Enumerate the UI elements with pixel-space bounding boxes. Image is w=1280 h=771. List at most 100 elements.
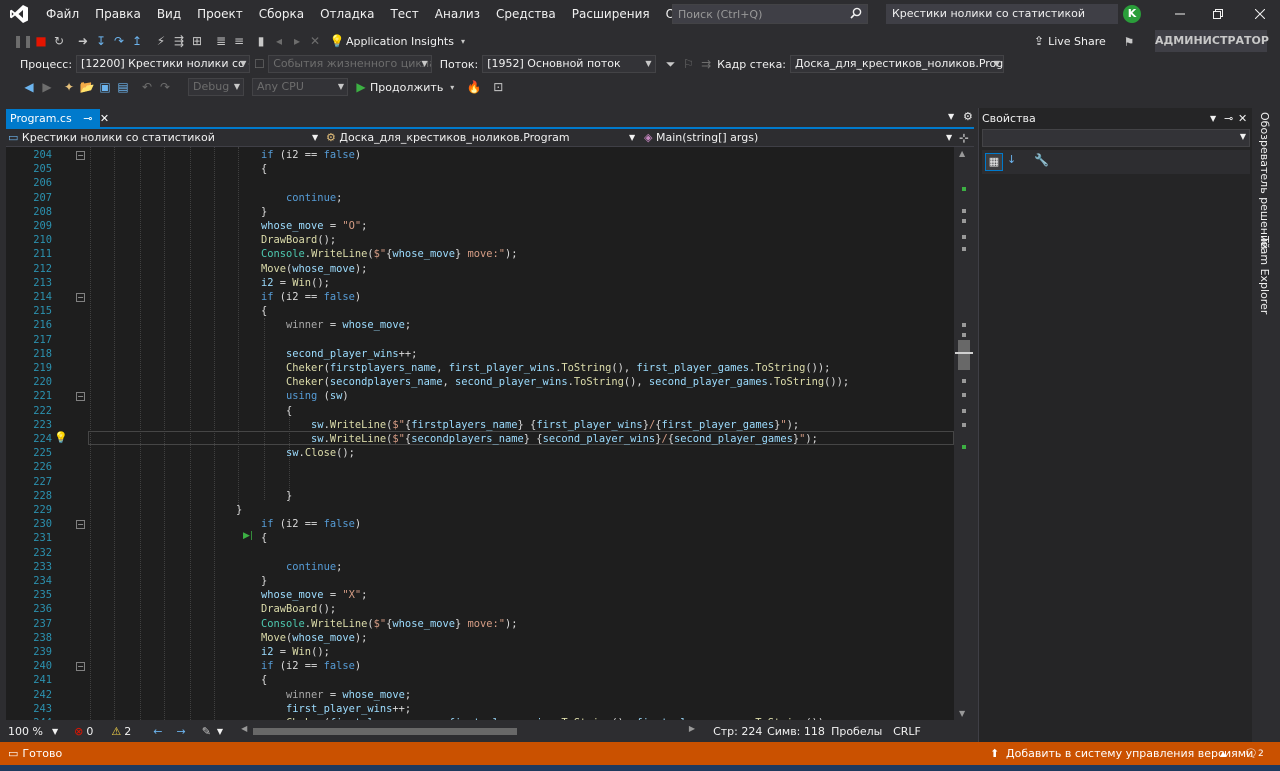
stack-icon[interactable]: ⊞ xyxy=(188,31,206,51)
code-line[interactable]: 237 Console.WriteLine($"{whose_move} move… xyxy=(6,617,954,631)
warning-count[interactable]: 2 xyxy=(124,725,131,738)
redo-icon[interactable]: ↷ xyxy=(156,77,174,97)
show-next-statement-icon[interactable]: ➜ xyxy=(74,31,92,51)
code-line[interactable]: 227 xyxy=(6,475,954,489)
code-line[interactable]: 239 i2 = Win(); xyxy=(6,645,954,659)
filter-icon[interactable]: ⏷ xyxy=(662,54,680,74)
code-line[interactable]: 235 whose_move = "X"; xyxy=(6,588,954,602)
menu-item-0[interactable]: Файл xyxy=(38,0,87,28)
brush-dropdown-icon[interactable]: ▼ xyxy=(217,727,223,736)
code-line[interactable]: 233 continue; xyxy=(6,560,954,574)
menu-item-5[interactable]: Отладка xyxy=(312,0,382,28)
code-line[interactable]: 236 DrawBoard(); xyxy=(6,602,954,616)
horizontal-scrollbar[interactable]: ◀ ▶ xyxy=(241,724,707,738)
code-line[interactable]: 220 Cheker(secondplayers_name, second_pl… xyxy=(6,375,954,389)
code-line[interactable]: 241 { xyxy=(6,673,954,687)
tab-program-cs[interactable]: Program.cs ⊸ ✕ xyxy=(6,109,109,128)
code-line[interactable]: 229} xyxy=(6,503,954,517)
app-insights-dropdown-icon[interactable]: ▾ xyxy=(454,31,472,51)
stack-frame-select[interactable]: Доска_для_крестиков_ноликов.Program ▼ xyxy=(790,55,1004,73)
flag-threads-icon[interactable]: ⚐ xyxy=(679,54,697,74)
project-nav-select[interactable]: ▭ Крестики нолики со статистикой xyxy=(8,130,320,146)
step-out-icon[interactable]: ↥ xyxy=(128,31,146,51)
code-line[interactable]: 206 xyxy=(6,176,954,190)
restart-icon[interactable]: ↻ xyxy=(50,31,68,51)
camera-icon[interactable]: ⊡ xyxy=(489,77,507,97)
comment-icon[interactable]: ≣ xyxy=(212,31,230,51)
menu-item-7[interactable]: Анализ xyxy=(427,0,488,28)
fold-toggle-icon[interactable]: − xyxy=(76,151,85,160)
continue-icon[interactable]: ▶ xyxy=(352,77,370,97)
code-line[interactable]: 218 second_player_wins++; xyxy=(6,347,954,361)
pin-icon[interactable]: ⊸ xyxy=(83,112,92,125)
minimize-button[interactable] xyxy=(1160,0,1200,28)
close-window-button[interactable] xyxy=(1240,0,1280,28)
notifications-count[interactable]: 2 xyxy=(1258,749,1264,759)
code-line[interactable]: 230 − if (i2 == false) xyxy=(6,517,954,531)
scroll-down-icon[interactable]: ▼ xyxy=(959,709,965,718)
scroll-up-icon[interactable]: ▲ xyxy=(959,149,965,158)
feedback-icon[interactable]: ⚑ xyxy=(1120,32,1138,52)
code-line[interactable]: 224 sw.WriteLine($"{secondplayers_name} … xyxy=(6,432,954,446)
eol-indicator[interactable]: CRLF xyxy=(893,725,927,738)
step-into-icon[interactable]: ↧ xyxy=(92,31,110,51)
menu-item-9[interactable]: Расширения xyxy=(564,0,658,28)
continue-button[interactable]: Продолжить xyxy=(370,81,443,94)
continue-dropdown-icon[interactable]: ▾ xyxy=(443,77,461,97)
categorized-icon[interactable]: ▦ xyxy=(985,153,1003,171)
menu-item-8[interactable]: Средства xyxy=(488,0,564,28)
code-line[interactable]: 221 − using (sw) xyxy=(6,389,954,403)
fold-toggle-icon[interactable]: − xyxy=(76,662,85,672)
code-line[interactable]: 243 first_player_wins++; xyxy=(6,702,954,716)
close-icon[interactable]: ✕ xyxy=(100,112,109,125)
method-nav-select[interactable]: ◈ Main(string[] args) xyxy=(644,130,944,146)
restore-button[interactable] xyxy=(1198,0,1238,28)
error-icon[interactable]: ⊗ xyxy=(74,725,83,738)
zoom-dropdown-icon[interactable]: ▼ xyxy=(52,727,58,736)
menu-item-1[interactable]: Правка xyxy=(87,0,149,28)
step-over-icon[interactable]: ↷ xyxy=(110,31,128,51)
prev-bookmark-icon[interactable]: ◂ xyxy=(270,31,288,51)
code-line[interactable]: 205 { xyxy=(6,162,954,176)
code-line[interactable]: 242 winner = whose_move; xyxy=(6,688,954,702)
thread-select[interactable]: [1952] Основной поток ▼ xyxy=(482,55,656,73)
code-line[interactable]: 225 sw.Close(); xyxy=(6,446,954,460)
upload-icon[interactable]: ⬆ xyxy=(990,747,999,760)
class-nav-dropdown-icon[interactable]: ▼ xyxy=(629,130,635,146)
class-nav-select[interactable]: ⚙ Доска_для_крестиков_ноликов.Program xyxy=(326,130,626,146)
process-select[interactable]: [12200] Крестики нолики со стати▼ xyxy=(76,55,251,73)
lightbulb-icon[interactable]: 💡 xyxy=(54,431,68,445)
warning-icon[interactable]: ⚠ xyxy=(111,725,121,738)
clear-bookmarks-icon[interactable]: ✕ xyxy=(306,31,324,51)
properties-menu-icon[interactable]: ▼ xyxy=(1210,110,1216,128)
scroll-thumb[interactable] xyxy=(958,340,970,370)
menu-item-4[interactable]: Сборка xyxy=(251,0,312,28)
app-insights-icon[interactable]: 💡 xyxy=(328,31,346,51)
properties-select-dropdown-icon[interactable]: ▼ xyxy=(1240,132,1246,141)
settings-gear-icon[interactable]: ⚙ xyxy=(963,110,973,123)
code-line[interactable]: 204 − if (i2 == false) xyxy=(6,148,954,162)
code-line[interactable]: 211 Console.WriteLine($"{whose_move} move… xyxy=(6,247,954,261)
new-project-icon[interactable]: ✦ xyxy=(60,77,78,97)
code-line[interactable]: 207 continue; xyxy=(6,191,954,205)
code-line[interactable]: 212 Move(whose_move); xyxy=(6,262,954,276)
code-line[interactable]: 216 winner = whose_move; xyxy=(6,318,954,332)
back-icon[interactable]: ◀ xyxy=(20,77,38,97)
properties-pin-icon[interactable]: ⊸ xyxy=(1224,110,1233,128)
menu-item-2[interactable]: Вид xyxy=(149,0,189,28)
vertical-scrollbar[interactable]: ▲ ▼ xyxy=(954,147,974,720)
alphabetical-icon[interactable]: ↓ xyxy=(1007,153,1016,166)
code-line[interactable]: 226 xyxy=(6,460,954,474)
code-line[interactable]: 238 Move(whose_move); xyxy=(6,631,954,645)
live-share-button[interactable]: ⇪ Live Share xyxy=(1034,34,1106,48)
stop-icon[interactable]: ■ xyxy=(32,31,50,51)
hot-reload-icon[interactable]: 🔥 xyxy=(465,77,483,97)
forward-icon[interactable]: ▶ xyxy=(38,77,56,97)
search-icon[interactable] xyxy=(850,7,862,22)
scroll-right-icon[interactable]: ▶ xyxy=(689,724,695,733)
bookmark-icon[interactable]: ▮ xyxy=(252,31,270,51)
code-line[interactable]: 232 xyxy=(6,546,954,560)
scroll-left-icon[interactable]: ◀ xyxy=(241,724,247,733)
save-icon[interactable]: ▣ xyxy=(96,77,114,97)
config-select[interactable]: Debug ▼ xyxy=(188,78,244,96)
